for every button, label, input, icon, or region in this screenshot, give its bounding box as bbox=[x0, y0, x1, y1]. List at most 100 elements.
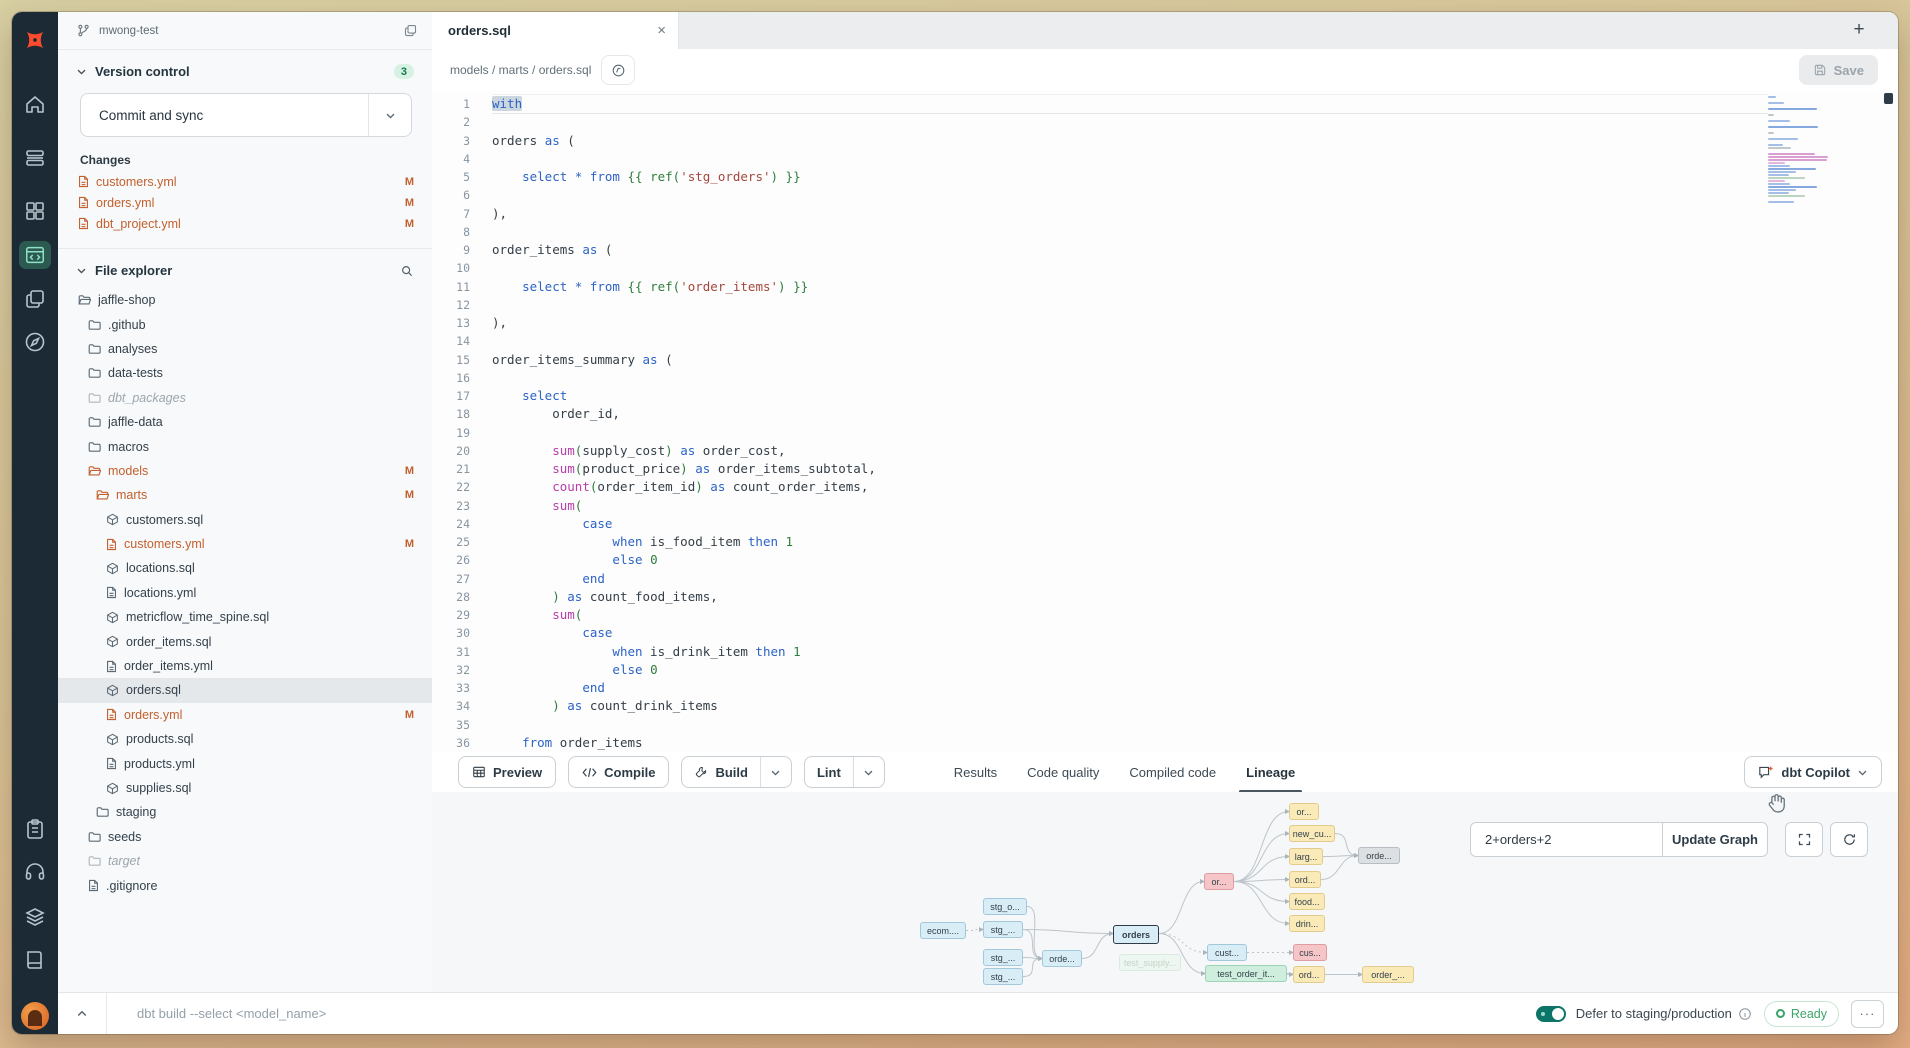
fullscreen-button[interactable] bbox=[1785, 822, 1823, 857]
lineage-node[interactable]: larg... bbox=[1289, 848, 1323, 865]
catalog-grid-icon[interactable] bbox=[23, 199, 47, 223]
build-options-dropdown[interactable] bbox=[760, 757, 791, 787]
file-tree-item[interactable]: metricflow_time_spine.sql bbox=[58, 605, 432, 629]
defer-toggle[interactable] bbox=[1536, 1006, 1566, 1022]
tab-results[interactable]: Results bbox=[939, 752, 1012, 792]
deploy-jobs-icon[interactable] bbox=[23, 146, 47, 170]
code-editor[interactable]: 1234567891011121314151617181920212223242… bbox=[432, 91, 1898, 752]
lineage-node[interactable]: ecom.... bbox=[920, 922, 966, 939]
editor-scrollbar-thumb[interactable] bbox=[1884, 93, 1893, 104]
code-token: {{ ref( bbox=[628, 279, 681, 294]
commit-options-dropdown[interactable] bbox=[368, 94, 411, 136]
save-button[interactable]: Save bbox=[1799, 55, 1878, 85]
tab-orders-sql[interactable]: orders.sql × bbox=[432, 12, 679, 49]
commit-and-sync-button[interactable]: Commit and sync bbox=[80, 93, 412, 137]
file-tree-item[interactable]: data-tests bbox=[58, 361, 432, 385]
file-tree-item[interactable]: supplies.sql bbox=[58, 776, 432, 800]
open-lineage-icon-button[interactable] bbox=[601, 55, 635, 85]
lineage-node[interactable]: stg_... bbox=[983, 949, 1023, 966]
file-tree-item[interactable]: order_items.sql bbox=[58, 629, 432, 653]
compile-button[interactable]: Compile bbox=[568, 756, 669, 788]
new-tab-button[interactable]: + bbox=[1844, 15, 1874, 45]
lineage-node[interactable]: cus... bbox=[1293, 944, 1327, 961]
branch-name[interactable]: mwong-test bbox=[99, 25, 158, 37]
file-tree-item[interactable]: macros bbox=[58, 434, 432, 458]
file-tree-item[interactable]: .github bbox=[58, 312, 432, 336]
explore-compass-icon[interactable] bbox=[23, 330, 47, 354]
version-control-header[interactable]: Version control 3 bbox=[58, 50, 432, 85]
develop-ide-icon[interactable] bbox=[19, 241, 51, 269]
lineage-node[interactable]: stg_o... bbox=[983, 898, 1027, 915]
docs-book-icon[interactable] bbox=[23, 948, 47, 972]
orchestration-icon[interactable] bbox=[23, 287, 47, 311]
file-tree-item[interactable]: martsM bbox=[58, 483, 432, 507]
file-tree-item[interactable]: products.yml bbox=[58, 751, 432, 775]
lineage-node[interactable]: stg_... bbox=[983, 968, 1023, 985]
expand-command-panel-button[interactable] bbox=[58, 993, 107, 1034]
file-tree-item[interactable]: jaffle-shop bbox=[58, 288, 432, 312]
home-icon[interactable] bbox=[23, 93, 47, 117]
file-tree-item[interactable]: target bbox=[58, 849, 432, 873]
change-item[interactable]: customers.ymlM bbox=[58, 171, 432, 192]
lineage-node[interactable]: test_order_it... bbox=[1205, 965, 1287, 982]
support-headset-icon[interactable] bbox=[23, 860, 47, 884]
tab-code-quality[interactable]: Code quality bbox=[1012, 752, 1114, 792]
lineage-node[interactable]: orders bbox=[1113, 925, 1159, 944]
build-button[interactable]: Build bbox=[682, 757, 760, 787]
user-avatar[interactable] bbox=[21, 1002, 49, 1030]
environments-stack-icon[interactable] bbox=[23, 905, 47, 929]
file-tree-item[interactable]: modelsM bbox=[58, 459, 432, 483]
tab-close-icon[interactable]: × bbox=[657, 22, 666, 39]
change-item[interactable]: orders.ymlM bbox=[58, 192, 432, 213]
command-input[interactable]: dbt build --select <model_name> bbox=[137, 1006, 1536, 1021]
tab-compiled-code[interactable]: Compiled code bbox=[1114, 752, 1231, 792]
file-tree-item[interactable]: orders.ymlM bbox=[58, 703, 432, 727]
info-icon[interactable] bbox=[1738, 1007, 1752, 1021]
file-explorer-header[interactable]: File explorer bbox=[58, 249, 432, 284]
lineage-node[interactable]: orde... bbox=[1358, 847, 1400, 864]
lineage-filter-input[interactable] bbox=[1470, 822, 1662, 857]
code-line: when is_food_item then 1 bbox=[492, 533, 1768, 551]
search-icon[interactable] bbox=[400, 264, 414, 278]
tab-lineage[interactable]: Lineage bbox=[1231, 752, 1310, 792]
file-tree-item[interactable]: order_items.yml bbox=[58, 654, 432, 678]
refresh-button[interactable] bbox=[1830, 822, 1868, 857]
more-options-button[interactable]: ··· bbox=[1851, 1000, 1884, 1028]
minimap[interactable] bbox=[1768, 96, 1836, 207]
file-tree-item[interactable]: dbt_packages bbox=[58, 386, 432, 410]
lineage-node[interactable]: test_supply... bbox=[1119, 954, 1181, 971]
file-tree-item[interactable]: analyses bbox=[58, 337, 432, 361]
chevron-down-icon bbox=[76, 66, 87, 77]
file-tree-item[interactable]: jaffle-data bbox=[58, 410, 432, 434]
lint-options-dropdown[interactable] bbox=[853, 757, 884, 787]
file-tree-item[interactable]: locations.sql bbox=[58, 556, 432, 580]
lineage-node[interactable]: ord... bbox=[1293, 966, 1325, 983]
file-tree-item[interactable]: orders.sql bbox=[58, 678, 432, 702]
change-item[interactable]: dbt_project.ymlM bbox=[58, 213, 432, 234]
lineage-node[interactable]: orde... bbox=[1042, 950, 1082, 967]
lineage-node[interactable]: order_... bbox=[1362, 966, 1414, 983]
copy-branch-icon[interactable] bbox=[403, 23, 418, 38]
lineage-node[interactable]: stg_... bbox=[983, 921, 1023, 938]
file-tree-item[interactable]: staging bbox=[58, 800, 432, 824]
lineage-node[interactable]: drin... bbox=[1289, 915, 1325, 932]
file-tree-item[interactable]: seeds bbox=[58, 825, 432, 849]
lineage-node[interactable]: ord... bbox=[1289, 871, 1321, 888]
lineage-node[interactable]: or... bbox=[1289, 803, 1319, 820]
tasks-clipboard-icon[interactable] bbox=[23, 817, 47, 841]
file-tree-item[interactable]: .gitignore bbox=[58, 873, 432, 897]
lint-button[interactable]: Lint bbox=[805, 757, 853, 787]
preview-button[interactable]: Preview bbox=[458, 756, 556, 788]
modified-badge: M bbox=[405, 197, 414, 209]
file-tree-item[interactable]: locations.yml bbox=[58, 581, 432, 605]
lineage-node[interactable]: cust... bbox=[1207, 944, 1247, 961]
file-tree-item[interactable]: customers.sql bbox=[58, 508, 432, 532]
lineage-node[interactable]: food... bbox=[1289, 893, 1325, 910]
file-tree-item[interactable]: products.sql bbox=[58, 727, 432, 751]
lineage-node[interactable]: or... bbox=[1204, 873, 1234, 890]
dbt-logo-icon[interactable] bbox=[21, 26, 49, 54]
file-tree-item[interactable]: customers.ymlM bbox=[58, 532, 432, 556]
update-graph-button[interactable]: Update Graph bbox=[1662, 822, 1768, 857]
dbt-copilot-button[interactable]: dbt Copilot bbox=[1744, 756, 1882, 788]
lineage-node[interactable]: new_cu... bbox=[1289, 825, 1335, 842]
